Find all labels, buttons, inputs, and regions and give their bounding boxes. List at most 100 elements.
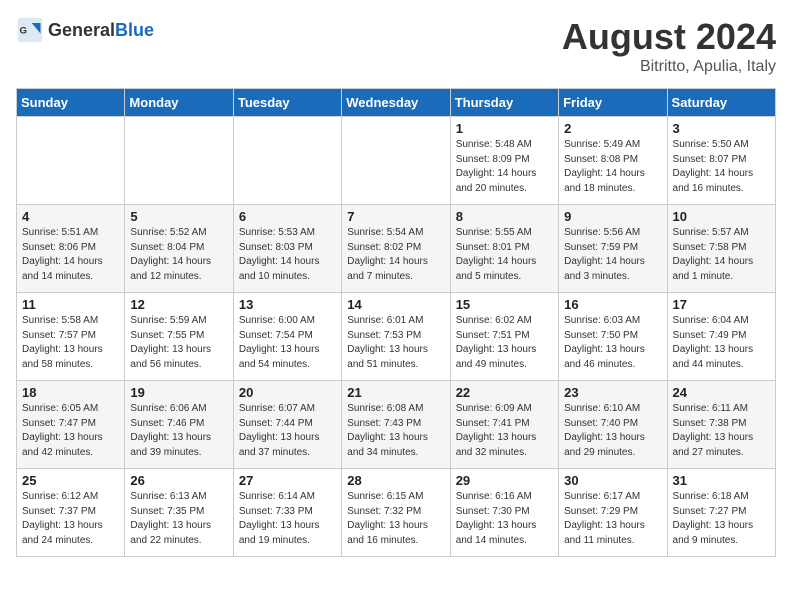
cell-info: Sunrise: 6:09 AMSunset: 7:41 PMDaylight:… — [456, 402, 553, 460]
cell-info: Sunrise: 6:05 AMSunset: 7:47 PMDaylight:… — [22, 402, 119, 460]
day-number: 29 — [456, 473, 553, 488]
day-number: 20 — [239, 385, 336, 400]
calendar-cell: 20 Sunrise: 6:07 AMSunset: 7:44 PMDayligh… — [233, 381, 341, 469]
calendar-week-1: 1 Sunrise: 5:48 AMSunset: 8:09 PMDaylight… — [17, 117, 776, 205]
cell-info: Sunrise: 5:52 AMSunset: 8:04 PMDaylight:… — [130, 226, 227, 284]
cell-info: Sunrise: 5:57 AMSunset: 7:58 PMDaylight:… — [673, 226, 770, 284]
day-number: 25 — [22, 473, 119, 488]
day-number: 2 — [564, 121, 661, 136]
day-number: 10 — [673, 209, 770, 224]
day-number: 11 — [22, 297, 119, 312]
weekday-header-thursday: Thursday — [450, 89, 558, 117]
cell-info: Sunrise: 5:54 AMSunset: 8:02 PMDaylight:… — [347, 226, 444, 284]
calendar-cell — [125, 117, 233, 205]
page-header: G GeneralBlue August 2024 Bitritto, Apul… — [16, 16, 776, 76]
day-number: 21 — [347, 385, 444, 400]
cell-info: Sunrise: 5:49 AMSunset: 8:08 PMDaylight:… — [564, 138, 661, 196]
cell-info: Sunrise: 5:48 AMSunset: 8:09 PMDaylight:… — [456, 138, 553, 196]
cell-info: Sunrise: 6:04 AMSunset: 7:49 PMDaylight:… — [673, 314, 770, 372]
calendar-cell: 16 Sunrise: 6:03 AMSunset: 7:50 PMDayligh… — [559, 293, 667, 381]
cell-info: Sunrise: 6:03 AMSunset: 7:50 PMDaylight:… — [564, 314, 661, 372]
cell-info: Sunrise: 5:55 AMSunset: 8:01 PMDaylight:… — [456, 226, 553, 284]
title-block: August 2024 Bitritto, Apulia, Italy — [562, 16, 776, 76]
calendar-cell: 13 Sunrise: 6:00 AMSunset: 7:54 PMDayligh… — [233, 293, 341, 381]
calendar-cell: 21 Sunrise: 6:08 AMSunset: 7:43 PMDayligh… — [342, 381, 450, 469]
cell-info: Sunrise: 6:10 AMSunset: 7:40 PMDaylight:… — [564, 402, 661, 460]
cell-info: Sunrise: 6:14 AMSunset: 7:33 PMDaylight:… — [239, 490, 336, 548]
day-number: 27 — [239, 473, 336, 488]
day-number: 3 — [673, 121, 770, 136]
logo: G GeneralBlue — [16, 16, 154, 44]
day-number: 18 — [22, 385, 119, 400]
calendar-cell: 26 Sunrise: 6:13 AMSunset: 7:35 PMDayligh… — [125, 469, 233, 557]
day-number: 8 — [456, 209, 553, 224]
calendar-cell: 23Sunrise: 6:10 AMSunset: 7:40 PMDayligh… — [559, 381, 667, 469]
cell-info: Sunrise: 6:06 AMSunset: 7:46 PMDaylight:… — [130, 402, 227, 460]
day-number: 1 — [456, 121, 553, 136]
day-number: 30 — [564, 473, 661, 488]
calendar-week-2: 4 Sunrise: 5:51 AMSunset: 8:06 PMDaylight… — [17, 205, 776, 293]
day-number: 13 — [239, 297, 336, 312]
calendar-cell: 29 Sunrise: 6:16 AMSunset: 7:30 PMDayligh… — [450, 469, 558, 557]
weekday-header-friday: Friday — [559, 89, 667, 117]
calendar-cell — [17, 117, 125, 205]
calendar-cell: 2 Sunrise: 5:49 AMSunset: 8:08 PMDaylight… — [559, 117, 667, 205]
calendar-cell: 27 Sunrise: 6:14 AMSunset: 7:33 PMDayligh… — [233, 469, 341, 557]
calendar-cell: 3 Sunrise: 5:50 AMSunset: 8:07 PMDaylight… — [667, 117, 775, 205]
cell-info: Sunrise: 6:15 AMSunset: 7:32 PMDaylight:… — [347, 490, 444, 548]
day-number: 16 — [564, 297, 661, 312]
logo-icon: G — [16, 16, 44, 44]
cell-info: Sunrise: 6:18 AMSunset: 7:27 PMDaylight:… — [673, 490, 770, 548]
cell-info: Sunrise: 5:51 AMSunset: 8:06 PMDaylight:… — [22, 226, 119, 284]
cell-info: Sunrise: 6:16 AMSunset: 7:30 PMDaylight:… — [456, 490, 553, 548]
svg-text:G: G — [20, 26, 27, 37]
cell-info: Sunrise: 6:11 AMSunset: 7:38 PMDaylight:… — [673, 402, 770, 460]
calendar-cell: 15 Sunrise: 6:02 AMSunset: 7:51 PMDayligh… — [450, 293, 558, 381]
calendar-cell: 19 Sunrise: 6:06 AMSunset: 7:46 PMDayligh… — [125, 381, 233, 469]
cell-info: Sunrise: 5:50 AMSunset: 8:07 PMDaylight:… — [673, 138, 770, 196]
calendar-cell — [342, 117, 450, 205]
day-number: 19 — [130, 385, 227, 400]
day-number: 15 — [456, 297, 553, 312]
cell-info: Sunrise: 6:08 AMSunset: 7:43 PMDaylight:… — [347, 402, 444, 460]
day-number: 6 — [239, 209, 336, 224]
calendar-week-3: 11 Sunrise: 5:58 AMSunset: 7:57 PMDayligh… — [17, 293, 776, 381]
day-number: 7 — [347, 209, 444, 224]
cell-info: Sunrise: 6:13 AMSunset: 7:35 PMDaylight:… — [130, 490, 227, 548]
calendar-table: SundayMondayTuesdayWednesdayThursdayFrid… — [16, 88, 776, 557]
weekday-header-row: SundayMondayTuesdayWednesdayThursdayFrid… — [17, 89, 776, 117]
day-number: 22 — [456, 385, 553, 400]
calendar-cell: 11 Sunrise: 5:58 AMSunset: 7:57 PMDayligh… — [17, 293, 125, 381]
day-number: 9 — [564, 209, 661, 224]
calendar-cell: 24 Sunrise: 6:11 AMSunset: 7:38 PMDayligh… — [667, 381, 775, 469]
calendar-cell: 18 Sunrise: 6:05 AMSunset: 7:47 PMDayligh… — [17, 381, 125, 469]
cell-info: Sunrise: 6:00 AMSunset: 7:54 PMDaylight:… — [239, 314, 336, 372]
day-number: 28 — [347, 473, 444, 488]
location-subtitle: Bitritto, Apulia, Italy — [562, 58, 776, 76]
cell-info: Sunrise: 5:53 AMSunset: 8:03 PMDaylight:… — [239, 226, 336, 284]
calendar-cell — [233, 117, 341, 205]
day-number: 12 — [130, 297, 227, 312]
logo-wordmark: GeneralBlue — [48, 20, 154, 41]
calendar-cell: 12Sunrise: 5:59 AMSunset: 7:55 PMDayligh… — [125, 293, 233, 381]
weekday-header-saturday: Saturday — [667, 89, 775, 117]
calendar-cell: 8 Sunrise: 5:55 AMSunset: 8:01 PMDaylight… — [450, 205, 558, 293]
cell-info: Sunrise: 6:02 AMSunset: 7:51 PMDaylight:… — [456, 314, 553, 372]
weekday-header-tuesday: Tuesday — [233, 89, 341, 117]
calendar-cell: 17Sunrise: 6:04 AMSunset: 7:49 PMDayligh… — [667, 293, 775, 381]
cell-info: Sunrise: 5:58 AMSunset: 7:57 PMDaylight:… — [22, 314, 119, 372]
day-number: 31 — [673, 473, 770, 488]
weekday-header-monday: Monday — [125, 89, 233, 117]
weekday-header-wednesday: Wednesday — [342, 89, 450, 117]
day-number: 26 — [130, 473, 227, 488]
cell-info: Sunrise: 6:07 AMSunset: 7:44 PMDaylight:… — [239, 402, 336, 460]
cell-info: Sunrise: 6:17 AMSunset: 7:29 PMDaylight:… — [564, 490, 661, 548]
cell-info: Sunrise: 5:56 AMSunset: 7:59 PMDaylight:… — [564, 226, 661, 284]
weekday-header-sunday: Sunday — [17, 89, 125, 117]
day-number: 4 — [22, 209, 119, 224]
logo-blue: Blue — [115, 20, 154, 40]
day-number: 5 — [130, 209, 227, 224]
calendar-week-4: 18 Sunrise: 6:05 AMSunset: 7:47 PMDayligh… — [17, 381, 776, 469]
calendar-cell: 5 Sunrise: 5:52 AMSunset: 8:04 PMDaylight… — [125, 205, 233, 293]
day-number: 24 — [673, 385, 770, 400]
